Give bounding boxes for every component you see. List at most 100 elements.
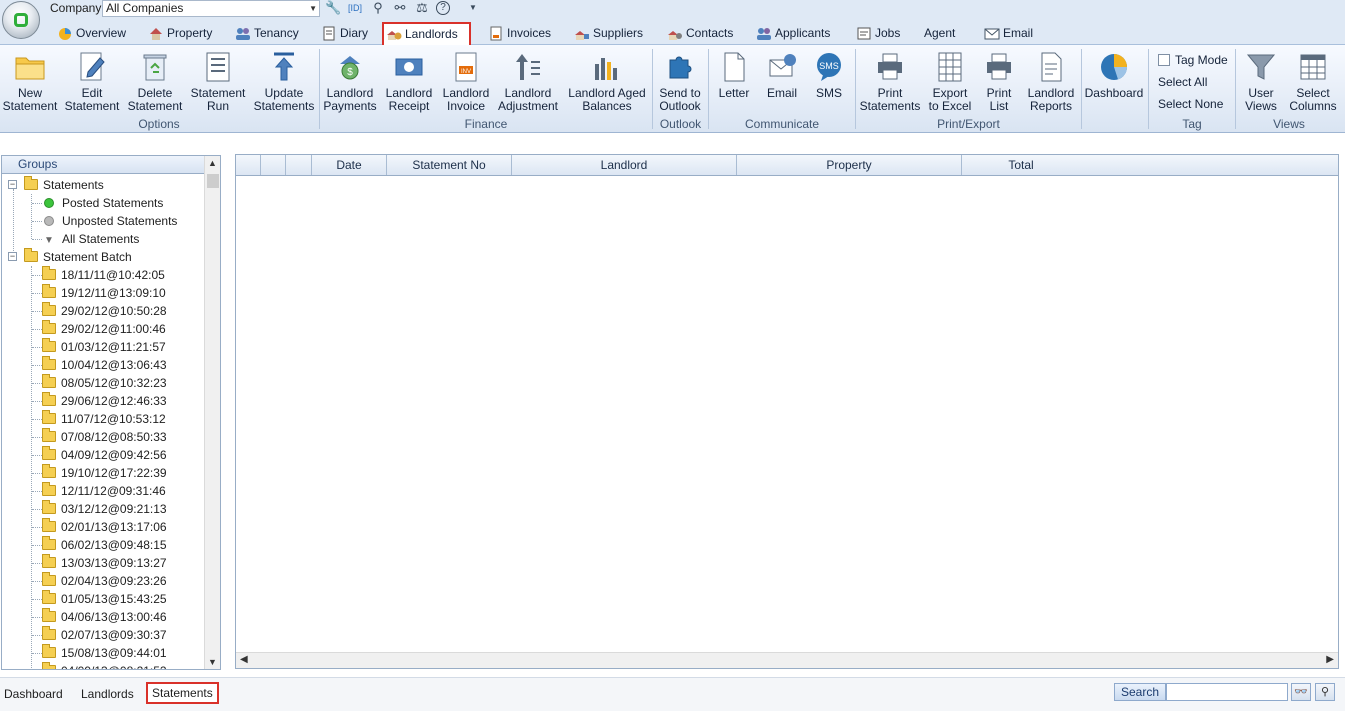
select-columns-button[interactable]: Select Columns: [1287, 50, 1339, 116]
tree-vertical-scrollbar[interactable]: ▲ ▼: [204, 156, 220, 669]
tree-node-batch[interactable]: 03/12/12@09:21:13: [42, 500, 167, 518]
tree-node-batch[interactable]: 29/02/12@10:50:28: [42, 302, 167, 320]
tree-node-batch[interactable]: 12/11/12@09:31:46: [42, 482, 166, 500]
advanced-search-icon[interactable]: ⚲: [1315, 683, 1335, 701]
select-all-button[interactable]: Select All: [1158, 75, 1207, 89]
landlord-payments-button[interactable]: $ Landlord Payments: [322, 50, 378, 116]
tab-tenancy[interactable]: Tenancy: [233, 24, 299, 45]
binoculars-icon[interactable]: 👓: [1291, 683, 1311, 701]
sms-button[interactable]: SMS SMS: [808, 50, 850, 116]
landlord-invoice-button[interactable]: INV Landlord Invoice: [440, 50, 492, 116]
id-card-icon[interactable]: [ID]: [347, 0, 363, 16]
tab-suppliers[interactable]: Suppliers: [572, 24, 643, 45]
customize-dropdown-icon[interactable]: ▼: [465, 0, 481, 16]
tree-node-batch[interactable]: 29/06/12@12:46:33: [42, 392, 167, 410]
send-to-outlook-button[interactable]: Send to Outlook: [655, 50, 705, 116]
tree-node-batch[interactable]: 02/01/13@13:17:06: [42, 518, 167, 536]
tree-node-batch[interactable]: 29/02/12@11:00:46: [42, 320, 166, 338]
bottom-tab-landlords[interactable]: Landlords: [77, 684, 138, 706]
collapse-toggle-icon[interactable]: −: [8, 180, 17, 189]
column-header-date[interactable]: Date: [312, 155, 387, 175]
scroll-left-icon[interactable]: ◀: [240, 654, 248, 665]
tab-landlords[interactable]: Landlords: [382, 22, 471, 45]
scrollbar-thumb[interactable]: [207, 174, 219, 188]
landlord-aged-balances-button[interactable]: Landlord Aged Balances: [564, 50, 650, 116]
tree-node-batch[interactable]: 07/08/12@08:50:33: [42, 428, 167, 446]
tree-node-batch[interactable]: 19/12/11@13:09:10: [42, 284, 166, 302]
scroll-up-icon[interactable]: ▲: [208, 158, 217, 168]
tree-node-unposted-statements[interactable]: Unposted Statements: [44, 212, 177, 230]
landlord-adjustment-button[interactable]: Landlord Adjustment: [495, 50, 561, 116]
tree-node-posted-statements[interactable]: Posted Statements: [44, 194, 163, 212]
column-header-property[interactable]: Property: [737, 155, 962, 175]
scale-icon[interactable]: ⚖: [414, 0, 430, 16]
tree-node-batch[interactable]: 01/05/13@15:43:25: [42, 590, 167, 608]
tree-node-batch[interactable]: 10/04/12@13:06:43: [42, 356, 167, 374]
grid-status-column[interactable]: [286, 155, 312, 175]
edit-statement-button[interactable]: Edit Statement: [62, 50, 122, 116]
grid-tag-column[interactable]: [261, 155, 286, 175]
tree-node-batch[interactable]: 02/07/13@09:30:37: [42, 626, 167, 644]
folder-icon: [42, 446, 56, 460]
tree-node-batch[interactable]: 13/03/13@09:13:27: [42, 554, 167, 572]
tab-diary[interactable]: Diary: [319, 24, 368, 45]
landlord-reports-button[interactable]: Landlord Reports: [1024, 50, 1078, 116]
tree-node-batch[interactable]: 02/04/13@09:23:26: [42, 572, 167, 590]
grid-indicator-column[interactable]: [236, 155, 261, 175]
column-header-statement-no[interactable]: Statement No: [387, 155, 512, 175]
tab-invoices[interactable]: Invoices: [486, 24, 551, 45]
tab-email[interactable]: Email: [982, 24, 1033, 45]
scroll-right-icon[interactable]: ▶: [1326, 654, 1334, 665]
application-orb-button[interactable]: [2, 1, 40, 39]
tree-node-all-statements[interactable]: ▼ All Statements: [44, 230, 139, 248]
tree-node-batch[interactable]: 06/02/13@09:48:15: [42, 536, 167, 554]
select-none-button[interactable]: Select None: [1158, 97, 1223, 111]
tab-contacts[interactable]: Contacts: [665, 24, 733, 45]
network-icon[interactable]: ⚯: [392, 0, 408, 16]
tree-node-batch[interactable]: 19/10/12@17:22:39: [42, 464, 167, 482]
tree-node-batch[interactable]: 08/05/12@10:32:23: [42, 374, 167, 392]
bottom-tab-statements[interactable]: Statements: [146, 682, 219, 704]
print-statements-button[interactable]: Print Statements: [858, 50, 922, 116]
statement-run-button[interactable]: Statement Run: [188, 50, 248, 116]
tree-node-batch[interactable]: 01/03/12@11:21:57: [42, 338, 166, 356]
dashboard-button[interactable]: Dashboard: [1083, 50, 1145, 116]
export-to-excel-button[interactable]: Export to Excel: [926, 50, 974, 116]
search-button[interactable]: Search: [1114, 683, 1166, 701]
tree-node-batch[interactable]: 04/06/13@13:00:46: [42, 608, 167, 626]
tree-node-statements[interactable]: Statements: [24, 176, 104, 194]
tab-agent[interactable]: Agent: [903, 24, 955, 45]
tab-applicants[interactable]: Applicants: [754, 24, 830, 45]
tab-overview[interactable]: Overview: [55, 24, 126, 45]
landlord-receipt-button[interactable]: Landlord Receipt: [381, 50, 437, 116]
letter-button[interactable]: Letter: [712, 50, 756, 116]
collapse-toggle-icon[interactable]: −: [8, 252, 17, 261]
tree-node-batch[interactable]: 11/07/12@10:53:12: [42, 410, 166, 428]
wrench-icon[interactable]: 🔧: [325, 0, 341, 16]
tag-mode-checkbox[interactable]: Tag Mode: [1158, 53, 1228, 67]
help-icon[interactable]: ?: [436, 1, 450, 15]
user-views-button[interactable]: User Views: [1239, 50, 1283, 116]
update-statements-button[interactable]: Update Statements: [252, 50, 316, 116]
tree-node-label: 06/02/13@09:48:15: [61, 538, 167, 552]
print-list-button[interactable]: Print List: [978, 50, 1020, 116]
column-header-total[interactable]: Total: [962, 155, 1080, 175]
tree-node-batch[interactable]: 04/09/13@08:21:52: [42, 662, 167, 669]
column-header-landlord[interactable]: Landlord: [512, 155, 737, 175]
tab-property[interactable]: Property: [146, 24, 212, 45]
company-select[interactable]: All Companies ▼: [102, 0, 320, 17]
tree-node-batch[interactable]: 04/09/12@09:42:56: [42, 446, 167, 464]
email-button[interactable]: Email: [761, 50, 803, 116]
tree-node-statement-batch[interactable]: Statement Batch: [24, 248, 132, 266]
tree-node-batch[interactable]: 15/08/13@09:44:01: [42, 644, 167, 662]
groups-header: Groups: [2, 156, 205, 174]
search-person-icon[interactable]: ⚲: [370, 0, 386, 16]
scroll-down-icon[interactable]: ▼: [208, 657, 217, 667]
delete-statement-button[interactable]: Delete Statement: [125, 50, 185, 116]
tree-node-batch[interactable]: 18/11/11@10:42:05: [42, 266, 165, 284]
new-statement-button[interactable]: New Statement: [2, 50, 58, 116]
search-input[interactable]: [1166, 683, 1288, 701]
grid-horizontal-scrollbar[interactable]: ◀ ▶: [236, 652, 1338, 668]
bottom-tab-dashboard[interactable]: Dashboard: [0, 684, 67, 706]
tab-jobs[interactable]: Jobs: [854, 24, 900, 45]
